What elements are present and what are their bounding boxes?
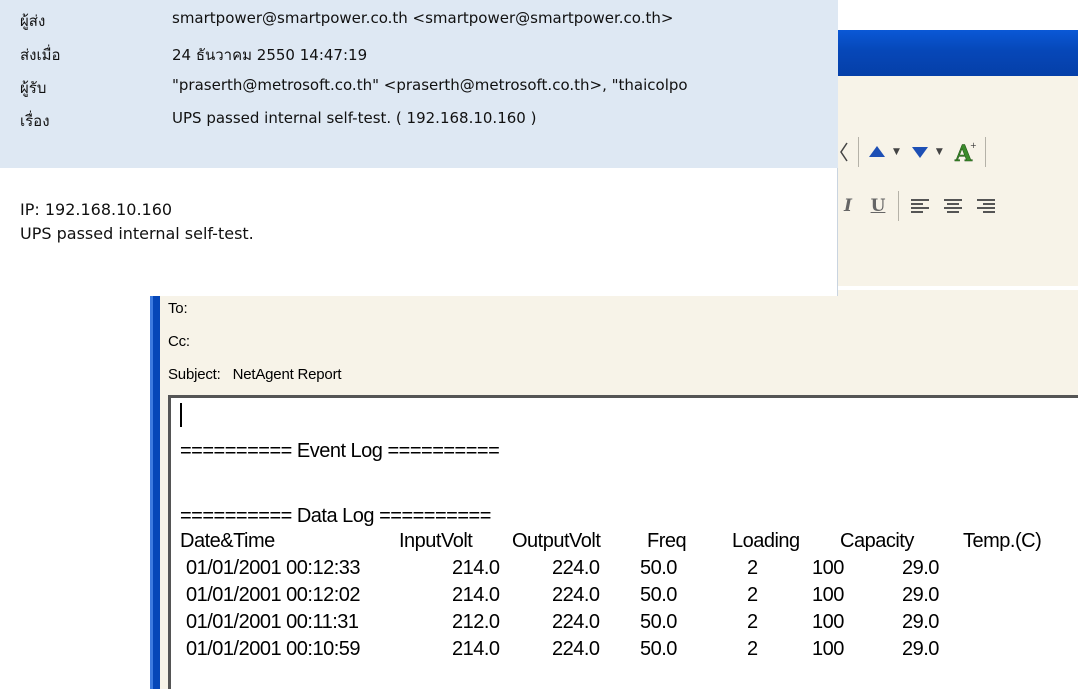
compose-window-border	[150, 290, 160, 689]
column-header: Freq	[647, 530, 687, 552]
subject-value-th: UPS passed internal self-test. ( 192.168…	[172, 109, 537, 127]
table-cell: 2	[747, 584, 758, 606]
cc-label[interactable]: Cc:	[168, 333, 190, 350]
chevron-down-icon[interactable]: ▼	[893, 147, 900, 157]
sent-date-label: ส่งเมื่อ	[20, 46, 61, 64]
sender-value[interactable]: smartpower@smartpower.co.th <smartpower@…	[172, 9, 673, 27]
message-body-editor[interactable]: ========== Event Log ========== ========…	[168, 395, 1078, 689]
subject-label-th: เรื่อง	[20, 112, 50, 130]
toolbar-row-2: I U	[838, 188, 999, 224]
column-header: Loading	[732, 530, 800, 552]
chevron-down-icon[interactable]: ▼	[936, 147, 943, 157]
align-center-icon[interactable]	[943, 198, 963, 214]
table-cell: 2	[747, 638, 758, 660]
arrow-up-priority-icon[interactable]	[867, 137, 887, 167]
table-cell: 224.0	[552, 557, 600, 579]
table-cell: 29.0	[902, 584, 939, 606]
font-style-icon[interactable]: A +	[953, 137, 977, 167]
mail-body-panel: IP: 192.168.10.160 UPS passed internal s…	[0, 168, 838, 296]
recipient-value[interactable]: "praserth@metrosoft.co.th" <praserth@met…	[172, 76, 688, 94]
column-header: InputVolt	[399, 530, 473, 552]
column-header: Date&Time	[180, 530, 275, 552]
toolbar-separator	[898, 191, 899, 221]
sent-date-value: 24 ธันวาคม 2550 14:47:19	[172, 46, 368, 64]
arrow-down-priority-icon[interactable]	[910, 137, 930, 167]
table-cell: 50.0	[640, 557, 677, 579]
table-cell: 212.0	[452, 611, 500, 633]
toolbar-row-1: ▼ ▼ A +	[838, 134, 994, 170]
recipient-label: ผู้รับ	[20, 79, 47, 97]
table-cell: 214.0	[452, 557, 500, 579]
table-cell: 01/01/2001 00:12:02	[186, 584, 361, 606]
body-line-status: UPS passed internal self-test.	[20, 224, 254, 243]
sender-row: ผู้ส่ง smartpower@smartpower.co.th <smar…	[0, 4, 838, 34]
table-cell: 224.0	[552, 611, 600, 633]
underline-icon[interactable]: U	[866, 191, 890, 221]
table-cell: 100	[812, 584, 844, 606]
table-cell: 2	[747, 557, 758, 579]
italic-icon[interactable]: I	[838, 191, 858, 221]
table-cell: 29.0	[902, 638, 939, 660]
table-cell: 01/01/2001 00:10:59	[186, 638, 361, 660]
mail-notification-popup[interactable]: ผู้ส่ง smartpower@smartpower.co.th <smar…	[0, 0, 838, 296]
table-cell: 01/01/2001 00:12:33	[186, 557, 361, 579]
table-cell: 100	[812, 638, 844, 660]
indent-chevron-icon[interactable]	[838, 137, 850, 167]
sent-date-row: ส่งเมื่อ 24 ธันวาคม 2550 14:47:19	[0, 38, 838, 68]
table-cell: 214.0	[452, 638, 500, 660]
toolbar-separator	[858, 137, 859, 167]
align-left-icon[interactable]	[911, 198, 931, 214]
data-log-header: ========== Data Log ==========	[180, 505, 491, 527]
sender-label: ผู้ส่ง	[20, 12, 46, 30]
subject-label: Subject:	[168, 366, 221, 383]
subject-row: เรื่อง UPS passed internal self-test. ( …	[0, 104, 838, 134]
table-cell: 50.0	[640, 638, 677, 660]
column-header: Capacity	[840, 530, 914, 552]
align-right-icon[interactable]	[975, 198, 995, 214]
subject-value: NetAgent Report	[232, 366, 342, 383]
table-cell: 100	[812, 611, 844, 633]
recipient-row: ผู้รับ "praserth@metrosoft.co.th" <prase…	[0, 71, 838, 101]
event-log-header: ========== Event Log ==========	[180, 440, 500, 462]
to-label[interactable]: To:	[168, 300, 188, 317]
table-cell: 224.0	[552, 584, 600, 606]
table-cell: 01/01/2001 00:11:31	[186, 611, 359, 633]
mail-header-panel: ผู้ส่ง smartpower@smartpower.co.th <smar…	[0, 0, 838, 168]
text-caret	[180, 403, 182, 427]
table-cell: 29.0	[902, 611, 939, 633]
table-cell: 50.0	[640, 611, 677, 633]
compose-window-titlebar[interactable]	[838, 30, 1078, 76]
table-cell: 2	[747, 611, 758, 633]
body-line-ip: IP: 192.168.10.160	[20, 200, 173, 219]
table-cell: 29.0	[902, 557, 939, 579]
table-cell: 100	[812, 557, 844, 579]
table-cell: 224.0	[552, 638, 600, 660]
subject-field[interactable]: Subject: NetAgent Report	[168, 366, 342, 383]
compose-toolbar	[838, 76, 1078, 286]
table-cell: 214.0	[452, 584, 500, 606]
svg-text:+: +	[970, 141, 977, 150]
column-header: OutputVolt	[512, 530, 601, 552]
table-cell: 50.0	[640, 584, 677, 606]
toolbar-separator	[984, 137, 986, 167]
column-header: Temp.(C)	[963, 530, 1042, 552]
